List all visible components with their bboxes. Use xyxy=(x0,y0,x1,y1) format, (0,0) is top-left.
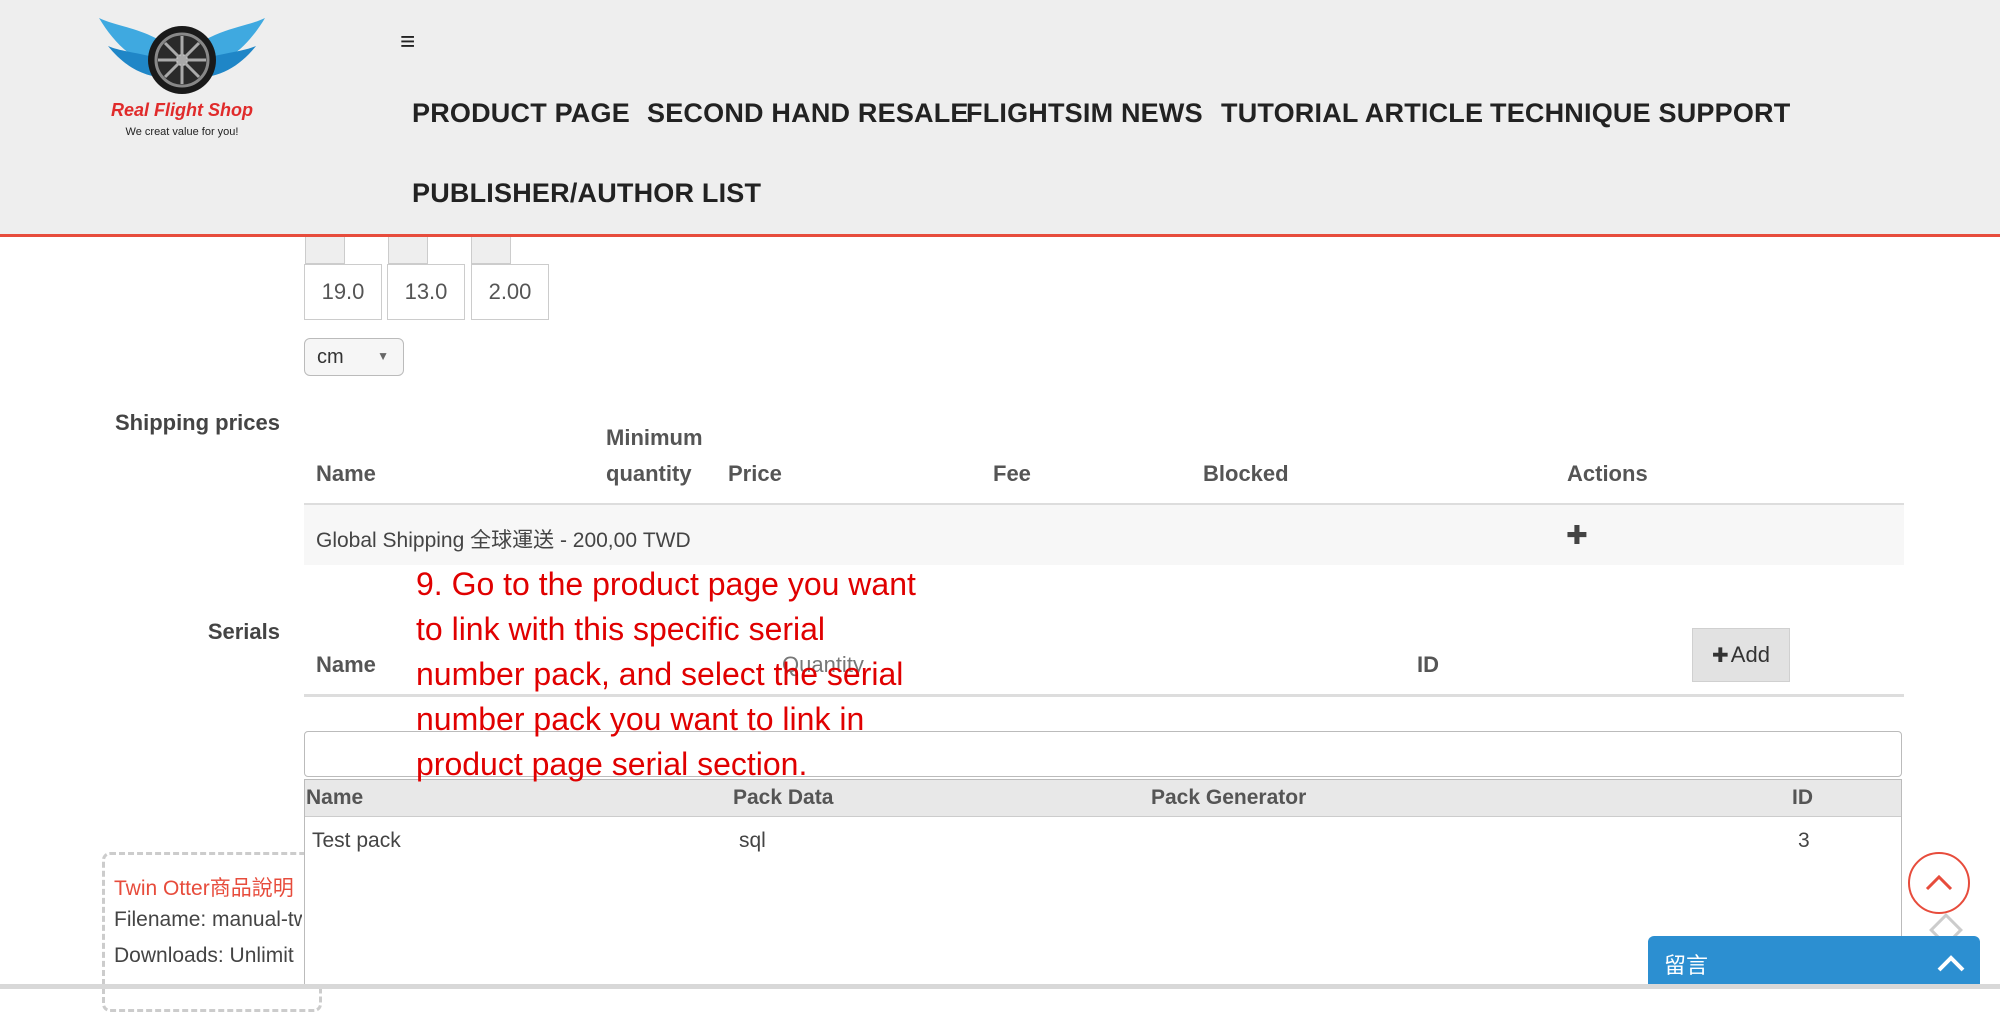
nav-second-hand-resale[interactable]: SECOND HAND RESALE xyxy=(647,98,969,129)
tutorial-annotation: 9. Go to the product page you want to li… xyxy=(416,566,916,782)
hamburger-menu-icon[interactable]: ≡ xyxy=(400,26,415,57)
length-input[interactable]: 19.0 xyxy=(304,264,382,320)
nav-technique-support[interactable]: TECHNIQUE SUPPORT xyxy=(1490,98,1790,129)
serials-label: Serials xyxy=(207,619,280,644)
logo-tagline: We creat value for you! xyxy=(125,126,239,138)
scroll-to-top-button[interactable] xyxy=(1908,852,1970,914)
chat-label: 留言 xyxy=(1664,953,1709,978)
chevron-up-icon xyxy=(1937,955,1965,972)
nav-flightsim-news[interactable]: FLIGHTSIM NEWS xyxy=(966,98,1203,129)
chat-widget[interactable]: 留言 xyxy=(1648,936,1980,989)
width-input[interactable]: 13.0 xyxy=(387,264,465,320)
col-name: Name xyxy=(316,461,376,486)
logo-wheel-wings-icon xyxy=(99,18,265,94)
pack-name: Test pack xyxy=(312,829,401,852)
plus-icon: ✚ xyxy=(1712,644,1729,667)
col-blocked: Blocked xyxy=(1203,461,1289,486)
nav-tutorial-article[interactable]: TUTORIAL ARTICLE xyxy=(1221,98,1483,129)
dd-col-pack-data: Pack Data xyxy=(733,786,834,809)
col-serial-name: Name xyxy=(316,652,376,677)
dd-col-name: Name xyxy=(306,786,364,809)
chevron-up-icon xyxy=(1925,874,1953,891)
nav-product-page[interactable]: PRODUCT PAGE xyxy=(412,98,630,129)
pack-id: 3 xyxy=(1798,829,1810,852)
unit-select-value: cm xyxy=(317,345,344,368)
col-fee: Fee xyxy=(993,461,1031,486)
download-title[interactable]: Twin Otter商品說明 xyxy=(114,872,302,902)
col-price: Price xyxy=(728,461,782,486)
unit-select[interactable]: cm ▼ xyxy=(304,338,404,376)
list-item[interactable] xyxy=(305,820,1901,864)
add-button-label: Add xyxy=(1730,642,1770,667)
download-limit: Downloads: Unlimit xyxy=(114,944,294,967)
plus-icon[interactable]: ✚ xyxy=(1566,520,1588,551)
dd-col-id: ID xyxy=(1792,786,1813,809)
shipping-prices-label: Shipping prices xyxy=(114,410,280,435)
dd-col-pack-generator: Pack Generator xyxy=(1151,786,1307,809)
page-bottom-divider xyxy=(0,984,2000,989)
col-min-quantity-1: Minimum xyxy=(606,425,703,450)
download-filename: Filename: manual-tw xyxy=(114,908,302,931)
pack-data: sql xyxy=(739,829,766,852)
height-input[interactable]: 2.00 xyxy=(471,264,549,320)
chevron-down-icon: ▼ xyxy=(377,349,389,363)
logo[interactable] xyxy=(94,8,270,144)
logo-name: Real Flight Shop xyxy=(111,100,253,120)
nav-publisher-author-list[interactable]: PUBLISHER/AUTHOR LIST xyxy=(412,178,761,209)
shipping-row-name: Global Shipping 全球運送 - 200,00 TWD xyxy=(316,529,691,552)
col-serial-id: ID xyxy=(1417,652,1439,677)
col-actions: Actions xyxy=(1567,461,1648,486)
add-serial-button[interactable]: ✚ Add xyxy=(1692,628,1790,682)
col-min-quantity-2: quantity xyxy=(606,461,692,486)
